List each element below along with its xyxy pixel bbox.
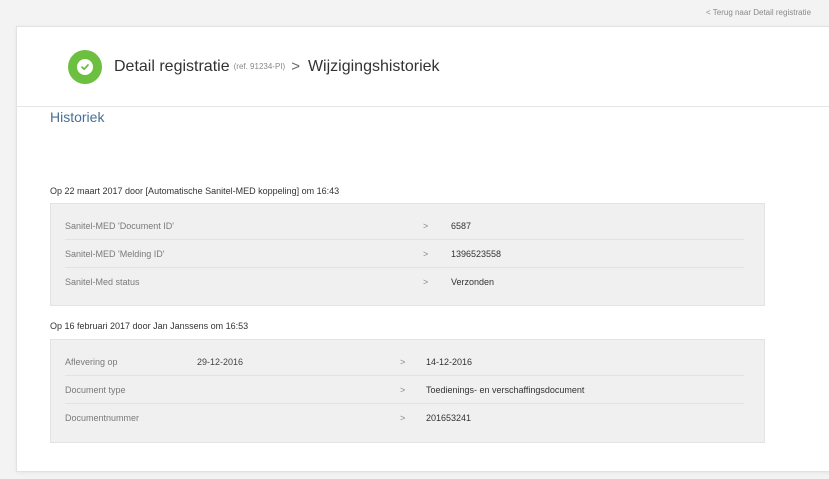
new-value: 201653241: [426, 413, 472, 423]
field-label: Sanitel-MED 'Document ID': [65, 220, 174, 231]
new-value: 14-12-2016: [426, 356, 473, 367]
history-entry-title: Op 22 maart 2017 door [Automatische Sani…: [50, 186, 340, 196]
old-value: 29-12-2016: [197, 356, 244, 367]
field-label: Sanitel-Med status: [65, 277, 140, 287]
history-change-row: Sanitel-Med status > Verzonden: [65, 268, 744, 296]
page-title[interactable]: Detail registratie: [114, 58, 230, 76]
reference-number: (ref. 91234-PI): [233, 62, 286, 71]
change-arrow: >: [423, 220, 429, 231]
back-to-detail-link[interactable]: < Terug naar Detail registratie: [706, 8, 811, 17]
change-arrow: >: [423, 277, 429, 287]
field-label: Aflevering op: [65, 356, 118, 367]
page-header: Detail registratie (ref. 91234-PI) > Wij…: [17, 27, 829, 107]
field-label: Sanitel-MED 'Melding ID': [65, 248, 165, 259]
history-entry-title: Op 16 februari 2017 door Jan Janssens om…: [50, 321, 249, 331]
change-arrow: >: [400, 384, 406, 395]
new-value: Verzonden: [451, 277, 495, 287]
section-title-historiek: Historiek: [50, 109, 105, 125]
history-change-row: Documentnummer > 201653241: [65, 404, 744, 432]
history-change-row: Sanitel-MED 'Document ID' > 6587: [65, 212, 744, 240]
breadcrumb-current: Wijzigingshistoriek: [307, 57, 440, 75]
change-arrow: >: [400, 356, 406, 367]
history-change-row: Aflevering op 29-12-2016 > 14-12-2016: [65, 348, 744, 376]
field-label: Document type: [65, 384, 126, 395]
field-label: Documentnummer: [65, 413, 140, 423]
check-icon: [68, 49, 102, 84]
history-change-row: Sanitel-MED 'Melding ID' > 1396523558: [65, 240, 744, 268]
new-value: 6587: [451, 220, 472, 231]
history-entry-panel: Aflevering op 29-12-2016 > 14-12-2016 Do…: [50, 339, 765, 443]
history-change-row: Document type > Toedienings- en verschaf…: [65, 376, 744, 404]
history-entry-panel: Sanitel-MED 'Document ID' > 6587 Sanitel…: [50, 203, 765, 306]
change-arrow: >: [423, 248, 429, 259]
new-value: 1396523558: [451, 248, 502, 259]
new-value: Toedienings- en verschaffingsdocument: [426, 384, 585, 395]
change-arrow: >: [400, 413, 406, 423]
breadcrumb-separator: >: [291, 58, 300, 75]
